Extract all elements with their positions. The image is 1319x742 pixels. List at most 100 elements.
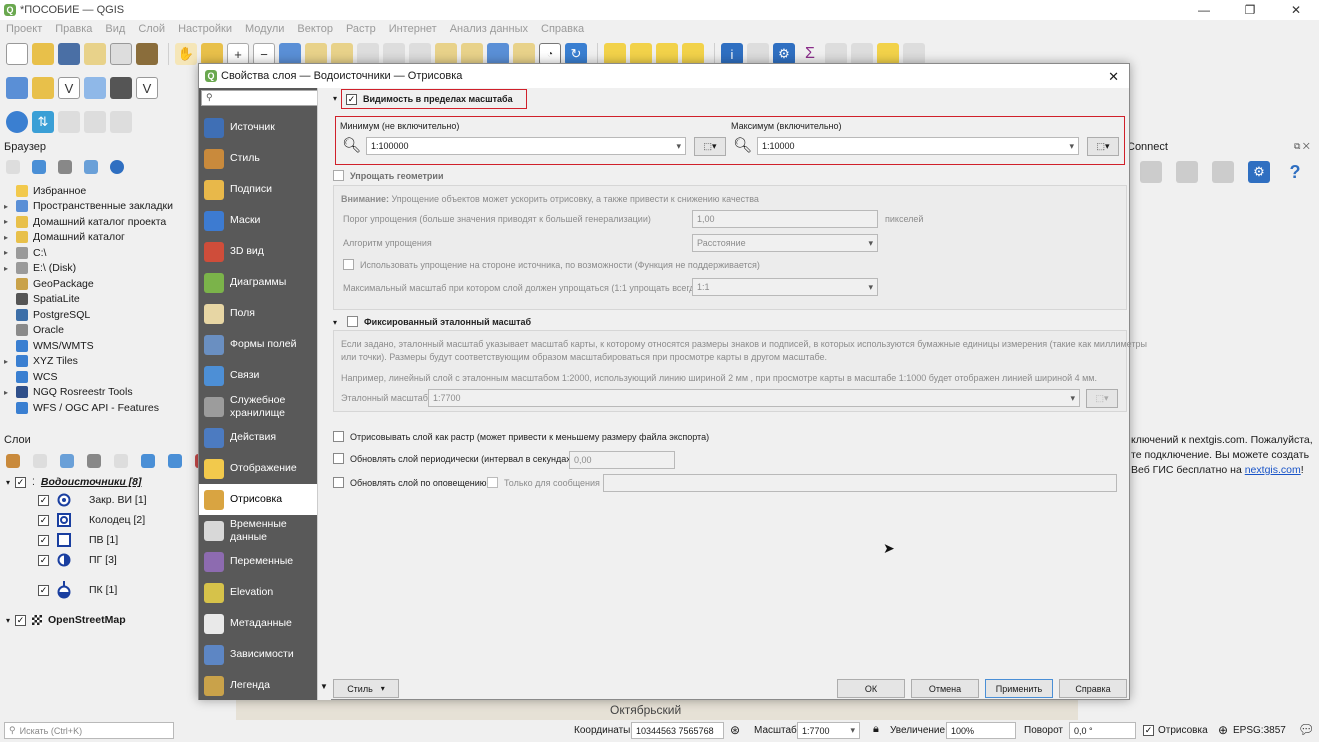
expand-arrow-icon[interactable]: ▸	[4, 233, 16, 242]
notify-only-checkbox[interactable]	[487, 477, 498, 488]
topology-icon[interactable]	[58, 111, 80, 133]
minimize-button[interactable]: —	[1181, 0, 1227, 20]
layer-item[interactable]: ✓ Закр. ВИ [1]	[38, 492, 147, 508]
render-checkbox[interactable]: ✓	[1143, 725, 1154, 736]
zoom-next-icon[interactable]	[409, 43, 431, 65]
pan-icon[interactable]: ✋	[175, 43, 197, 65]
rotate-icon[interactable]	[110, 111, 132, 133]
snapping-icon[interactable]: ⇅	[32, 111, 54, 133]
new-project-icon[interactable]	[6, 43, 28, 65]
browser-item[interactable]: PostgreSQL	[4, 307, 199, 323]
coords-field[interactable]: 10344563 7565768	[631, 722, 724, 739]
group-checkbox[interactable]: ✓	[15, 476, 27, 488]
browser-item[interactable]: WCS	[4, 369, 199, 385]
tab-11[interactable]: Отображение	[199, 453, 317, 484]
new-map-view-icon[interactable]	[435, 43, 457, 65]
zoom-out-icon[interactable]: −	[253, 43, 275, 65]
map-canvas-strip[interactable]: Октябрьский	[236, 700, 1078, 720]
tab-17[interactable]: Зависимости	[199, 639, 317, 670]
style-menu-button[interactable]: Стиль ▾	[333, 679, 399, 698]
tab-18[interactable]: Легенда	[199, 670, 317, 700]
sidebar-search-input[interactable]: ⚲	[201, 90, 317, 106]
bookmark-icon[interactable]	[487, 43, 509, 65]
tab-3[interactable]: Маски	[199, 205, 317, 236]
expand-all-icon[interactable]	[141, 454, 155, 468]
digitize-icon[interactable]	[84, 77, 106, 99]
expand-arrow-icon[interactable]: ▸	[4, 388, 16, 397]
zoom-selection-icon[interactable]	[305, 43, 327, 65]
style-dock-icon[interactable]	[6, 454, 20, 468]
crs-globe-icon[interactable]: ⊕	[1218, 723, 1228, 737]
tab-13[interactable]: Временные данные	[199, 515, 317, 546]
max-scale-combo[interactable]: 1:10000	[757, 137, 1079, 155]
scale-visibility-checkbox[interactable]: ✓	[346, 93, 357, 105]
magnifier-spinbox[interactable]: 100%	[946, 722, 1016, 739]
expand-arrow-icon[interactable]: ▸	[4, 217, 16, 226]
apply-button[interactable]: Применить	[985, 679, 1053, 698]
provider-simplify-row[interactable]: Использовать упрощение на стороне источн…	[343, 259, 760, 270]
tab-9[interactable]: Служебное хранилище	[199, 391, 317, 422]
expand-arrow-icon[interactable]: ▸	[4, 264, 16, 273]
dialog-close-button[interactable]: ✕	[1108, 69, 1119, 85]
connect-settings-icon[interactable]: ⚙	[1248, 161, 1270, 183]
browser-item[interactable]: Избранное	[4, 183, 199, 199]
style-manager-icon[interactable]	[136, 43, 158, 65]
temporal-controller-icon[interactable]: ◔	[539, 43, 561, 65]
maximize-button[interactable]: ❐	[1227, 0, 1273, 20]
group-expand-icon[interactable]: ▾	[6, 478, 10, 487]
menu-item-2[interactable]: Вид	[105, 23, 125, 35]
layer-item[interactable]: ✓ ПГ [3]	[38, 552, 117, 568]
refresh-checkbox[interactable]	[333, 453, 344, 464]
select-features-icon[interactable]	[604, 43, 626, 65]
browser-item[interactable]: ▸ NGQ Rosreestr Tools	[4, 385, 199, 401]
print-layout-icon[interactable]	[84, 43, 106, 65]
expand-arrow-icon[interactable]: ▸	[4, 248, 16, 257]
max-scale-current-button[interactable]: ⬚▾	[1087, 137, 1119, 156]
refresh-row[interactable]: Обновлять слой периодически (интервал в …	[333, 453, 574, 464]
deselect-icon[interactable]	[656, 43, 678, 65]
browser-item[interactable]: ▸ C:\	[4, 245, 199, 261]
menu-item-7[interactable]: Растр	[346, 23, 376, 35]
add-vector-icon[interactable]	[32, 77, 54, 99]
notify-row[interactable]: Обновлять слой по оповещению	[333, 477, 487, 488]
refresh-browser-icon[interactable]	[32, 160, 46, 174]
cancel-button[interactable]: Отмена	[911, 679, 979, 698]
filter-expression-icon[interactable]	[114, 454, 128, 468]
tab-12[interactable]: Отрисовка	[199, 484, 317, 515]
zoom-native-icon[interactable]	[357, 43, 379, 65]
menu-item-1[interactable]: Правка	[55, 23, 92, 35]
zoom-in-icon[interactable]: +	[227, 43, 249, 65]
browser-item[interactable]: SpatiaLite	[4, 292, 199, 308]
identify-icon[interactable]: i	[721, 43, 743, 65]
nextgis-link[interactable]: nextgis.com	[1245, 464, 1301, 476]
notify-only-row[interactable]: Только для сообщения	[487, 477, 600, 488]
add-spatialite-icon[interactable]	[110, 77, 132, 99]
refscale-checkbox[interactable]	[347, 316, 358, 327]
add-virtual-icon[interactable]: V	[136, 77, 158, 99]
scroll-down-icon[interactable]: ▼	[320, 682, 328, 691]
collapse-layers-icon[interactable]	[168, 454, 182, 468]
browser-item[interactable]: ▸ Домашний каталог	[4, 230, 199, 246]
messages-icon[interactable]: 💬︎	[1298, 722, 1315, 738]
info-icon[interactable]	[110, 160, 124, 174]
add-selected-icon[interactable]	[6, 160, 20, 174]
layer-item[interactable]: ✓ ПК [1]	[38, 581, 117, 599]
lock-scale-icon[interactable]: 🔒︎	[873, 723, 879, 736]
vertex-tool-icon[interactable]	[84, 111, 106, 133]
data-source-manager-icon[interactable]	[6, 77, 28, 99]
browser-item[interactable]: GeoPackage	[4, 276, 199, 292]
browser-item[interactable]: WMS/WMTS	[4, 338, 199, 354]
attribute-table-icon[interactable]	[747, 43, 769, 65]
save-project-icon[interactable]	[58, 43, 80, 65]
zoom-layer-icon[interactable]	[331, 43, 353, 65]
menu-item-6[interactable]: Вектор	[297, 23, 333, 35]
scale-visibility-header[interactable]: ✓ Видимость в пределах масштаба	[341, 89, 527, 109]
min-scale-combo[interactable]: 1:100000	[366, 137, 686, 155]
select-location-icon[interactable]	[682, 43, 704, 65]
browser-item[interactable]: Oracle	[4, 323, 199, 339]
tab-10[interactable]: Действия	[199, 422, 317, 453]
menu-item-8[interactable]: Интернет	[389, 23, 437, 35]
layer-checkbox[interactable]: ✓	[38, 554, 49, 566]
filter-legend-icon[interactable]	[87, 454, 101, 468]
tab-5[interactable]: Диаграммы	[199, 267, 317, 298]
